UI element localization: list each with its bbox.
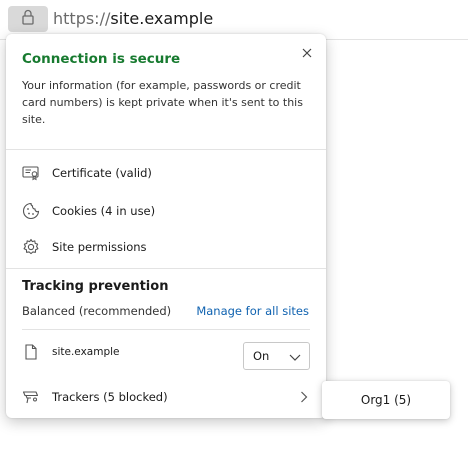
tracker-icon (22, 388, 40, 406)
cookies-label: Cookies (4 in use) (52, 204, 156, 218)
divider (6, 149, 326, 150)
url-field[interactable]: https://site.example (53, 8, 213, 30)
connection-status-title: Connection is secure (22, 51, 181, 67)
site-permissions-item[interactable]: Site permissions (6, 232, 326, 262)
tracking-toggle-select[interactable]: On (243, 342, 310, 370)
tooltip-text: Org1 (5) (360, 393, 412, 407)
toggle-value: On (253, 349, 270, 363)
site-tracking-row: site.example (22, 343, 120, 361)
cookie-icon (22, 202, 40, 220)
divider (22, 329, 310, 330)
lock-icon (21, 9, 35, 29)
divider (6, 268, 326, 269)
site-permissions-label: Site permissions (52, 240, 147, 254)
site-info-flyout: Connection is secure Your information (f… (6, 34, 326, 418)
certificate-icon (22, 164, 40, 182)
chevron-right-icon (300, 391, 308, 406)
certificate-label: Certificate (valid) (52, 166, 152, 180)
trackers-label: Trackers (5 blocked) (52, 390, 168, 404)
site-name-label: site.example (52, 346, 120, 358)
site-info-button[interactable] (8, 6, 48, 32)
url-host: site.example (110, 9, 214, 28)
connection-description: Your information (for example, passwords… (22, 79, 303, 126)
gear-icon (22, 238, 40, 256)
trackers-tooltip: Org1 (5) (322, 381, 450, 419)
trackers-item[interactable]: Trackers (5 blocked) (6, 383, 326, 411)
close-button[interactable] (296, 41, 318, 63)
cookies-item[interactable]: Cookies (4 in use) (6, 196, 326, 226)
chevron-down-icon (289, 351, 301, 365)
manage-all-sites-link[interactable]: Manage for all sites (196, 304, 309, 318)
url-scheme: https:// (53, 9, 111, 28)
close-icon (302, 43, 312, 62)
tracking-prevention-title: Tracking prevention (22, 279, 169, 294)
document-icon (22, 343, 40, 361)
tracking-level-text: Balanced (recommended) (22, 304, 172, 318)
certificate-item[interactable]: Certificate (valid) (6, 158, 326, 188)
